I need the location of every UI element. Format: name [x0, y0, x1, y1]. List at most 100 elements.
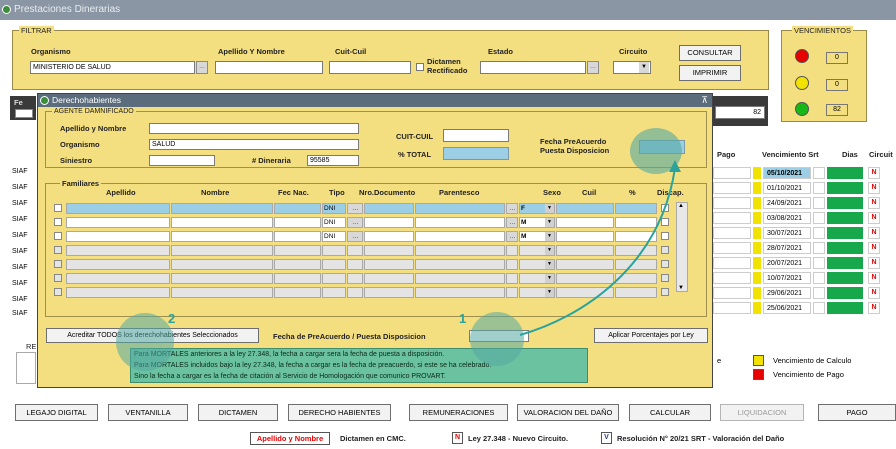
familiar-cell[interactable] [171, 217, 273, 228]
tipo-cell[interactable] [322, 273, 346, 284]
familiar-cell[interactable] [364, 245, 414, 256]
apellido-nombre-input[interactable] [149, 123, 359, 134]
familiar-cell[interactable] [66, 231, 170, 242]
tipo-cell[interactable]: DNI [322, 231, 346, 242]
lookup-button[interactable]: … [347, 217, 363, 228]
apellido-nombre-label: Apellido y Nombre [60, 124, 127, 133]
table-row[interactable]: 05/10/2021 N [713, 167, 896, 179]
organismo-dlg-input[interactable]: SALUD [149, 139, 359, 150]
familiar-cell[interactable] [415, 203, 505, 214]
window-title-bar: Prestaciones Dinerarias [0, 0, 896, 20]
table-row[interactable]: 30/07/2021 N [713, 227, 896, 239]
pago-button[interactable]: PAGO [818, 404, 896, 421]
tipo-cell[interactable]: DNI [322, 217, 346, 228]
familiar-cell[interactable] [415, 287, 505, 298]
table-row[interactable]: 03/08/2021 N [713, 212, 896, 224]
row-checkbox[interactable] [54, 204, 62, 212]
familiar-cell[interactable] [66, 259, 170, 270]
familiar-cell[interactable] [274, 259, 321, 270]
familiar-cell[interactable] [171, 203, 273, 214]
lookup-button[interactable] [347, 245, 363, 256]
tipo-cell[interactable]: DNI [322, 203, 346, 214]
familiar-cell[interactable] [364, 231, 414, 242]
calcular-button[interactable]: CALCULAR [629, 404, 711, 421]
table-row[interactable]: 28/07/2021 N [713, 242, 896, 254]
siniestro-input[interactable] [149, 155, 215, 166]
tipo-cell[interactable] [322, 287, 346, 298]
familiar-cell[interactable] [364, 273, 414, 284]
estado-input[interactable] [480, 61, 586, 74]
row-checkbox[interactable] [54, 260, 62, 268]
familiar-cell[interactable] [171, 259, 273, 270]
lookup-button[interactable] [347, 273, 363, 284]
dialog-title: Derechohabientes [52, 95, 121, 105]
cuit-input[interactable] [329, 61, 411, 74]
fe-input[interactable] [15, 109, 33, 118]
familiar-cell[interactable] [66, 287, 170, 298]
row-checkbox[interactable] [54, 288, 62, 296]
cuit-cuil-input[interactable] [443, 129, 509, 142]
row-checkbox[interactable] [54, 218, 62, 226]
table-row[interactable]: 25/06/2021 N [713, 302, 896, 314]
circuito-select[interactable]: ▼ [613, 61, 651, 74]
familiar-cell[interactable] [171, 273, 273, 284]
col-vencimiento-srt: Vencimiento Srt [762, 150, 819, 159]
familiar-cell[interactable] [364, 217, 414, 228]
familiar-cell[interactable] [274, 231, 321, 242]
row-checkbox[interactable] [54, 232, 62, 240]
row-checkbox[interactable] [54, 274, 62, 282]
imprimir-button[interactable]: IMPRIMIR [679, 65, 741, 81]
siniestro-label: Siniestro [60, 156, 93, 165]
table-row[interactable]: 29/06/2021 N [713, 287, 896, 299]
familiar-cell[interactable] [274, 245, 321, 256]
familiar-cell[interactable] [415, 245, 505, 256]
table-row[interactable]: 20/07/2021 N [713, 257, 896, 269]
green-light-icon [795, 102, 809, 116]
familiar-cell[interactable] [364, 203, 414, 214]
familiar-cell[interactable] [274, 273, 321, 284]
remuneraciones-button[interactable]: REMUNERACIONES [409, 404, 508, 421]
familiar-cell[interactable] [415, 217, 505, 228]
familiar-cell[interactable] [364, 259, 414, 270]
lookup-button[interactable] [347, 259, 363, 270]
organismo-input[interactable]: MINISTERIO DE SALUD [30, 61, 195, 74]
lookup-button[interactable]: … [347, 231, 363, 242]
familiar-cell[interactable] [415, 259, 505, 270]
table-row[interactable]: 10/07/2021 N [713, 272, 896, 284]
consultar-button[interactable]: CONSULTAR [679, 45, 741, 61]
apellido-input[interactable] [215, 61, 323, 74]
organismo-lookup-button[interactable]: … [196, 61, 208, 74]
dictamen-button[interactable]: DICTAMEN [198, 404, 278, 421]
legajo-digital-button[interactable]: LEGAJO DIGITAL [15, 404, 98, 421]
familiar-cell[interactable] [274, 217, 321, 228]
familiar-cell[interactable] [66, 217, 170, 228]
familiar-cell[interactable] [364, 287, 414, 298]
empty-cell [813, 257, 825, 269]
familiar-cell[interactable] [66, 245, 170, 256]
tipo-cell[interactable] [322, 259, 346, 270]
ventanilla-button[interactable]: VENTANILLA [108, 404, 188, 421]
lookup-button[interactable] [347, 287, 363, 298]
table-row[interactable]: 01/10/2021 N [713, 182, 896, 194]
table-row[interactable]: 24/09/2021 N [713, 197, 896, 209]
familiar-cell[interactable] [171, 245, 273, 256]
estado-lookup-button[interactable]: … [587, 61, 599, 74]
familiar-cell[interactable] [171, 287, 273, 298]
lookup-button[interactable]: … [347, 203, 363, 214]
row-checkbox[interactable] [54, 246, 62, 254]
tipo-cell[interactable] [322, 245, 346, 256]
derecho-habientes-button[interactable]: DERECHO HABIENTES [288, 404, 391, 421]
dineraria-input[interactable]: 95585 [307, 155, 359, 166]
familiar-cell[interactable] [415, 231, 505, 242]
callout-number-1: 1 [459, 311, 467, 326]
valoracion-dano-button[interactable]: VALORACION DEL DAÑO [517, 404, 619, 421]
familiar-cell[interactable] [66, 273, 170, 284]
close-icon[interactable]: ⊼ [701, 94, 708, 107]
familiar-cell[interactable] [274, 287, 321, 298]
familiar-cell[interactable] [274, 203, 321, 214]
dictamen-rectificado-checkbox[interactable] [416, 63, 424, 71]
familiar-cell[interactable] [171, 231, 273, 242]
familiar-cell[interactable] [415, 273, 505, 284]
circuito-flag: N [868, 257, 880, 269]
familiar-cell[interactable] [66, 203, 170, 214]
